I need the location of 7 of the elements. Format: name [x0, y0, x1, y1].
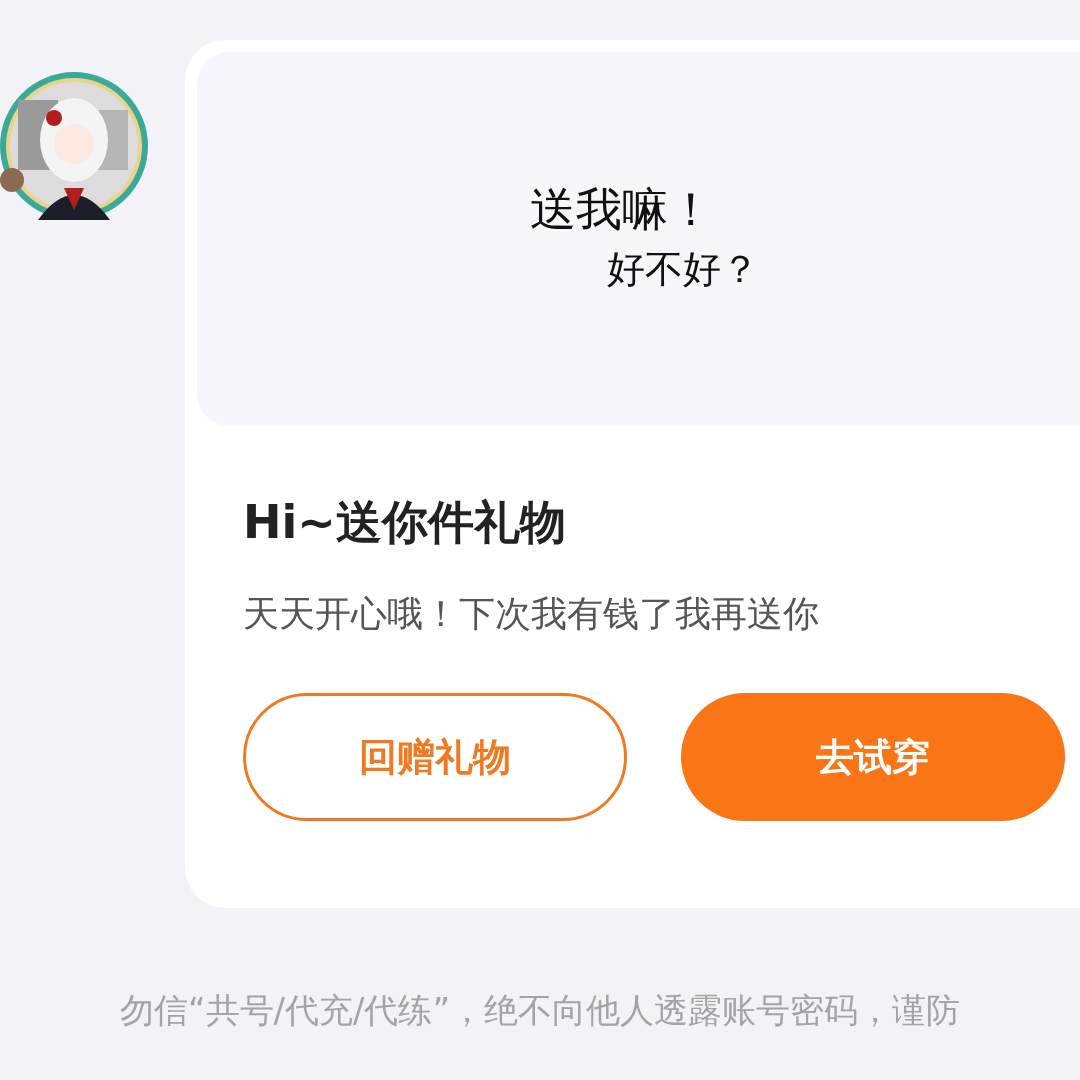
- banner-caption: 送我嘛！: [530, 181, 715, 238]
- card-message: 天天开心哦！下次我有钱了我再送你: [243, 592, 820, 636]
- card-title: Hi~送你件礼物: [243, 494, 567, 551]
- security-notice: 勿信“共号/代充/代练”，绝不向他人透露账号密码，谨防: [118, 989, 962, 1032]
- banner-caption: 好不好？: [607, 246, 760, 293]
- try-on-button[interactable]: 去试穿: [681, 693, 1065, 821]
- return-gift-button[interactable]: 回赠礼物: [243, 693, 627, 821]
